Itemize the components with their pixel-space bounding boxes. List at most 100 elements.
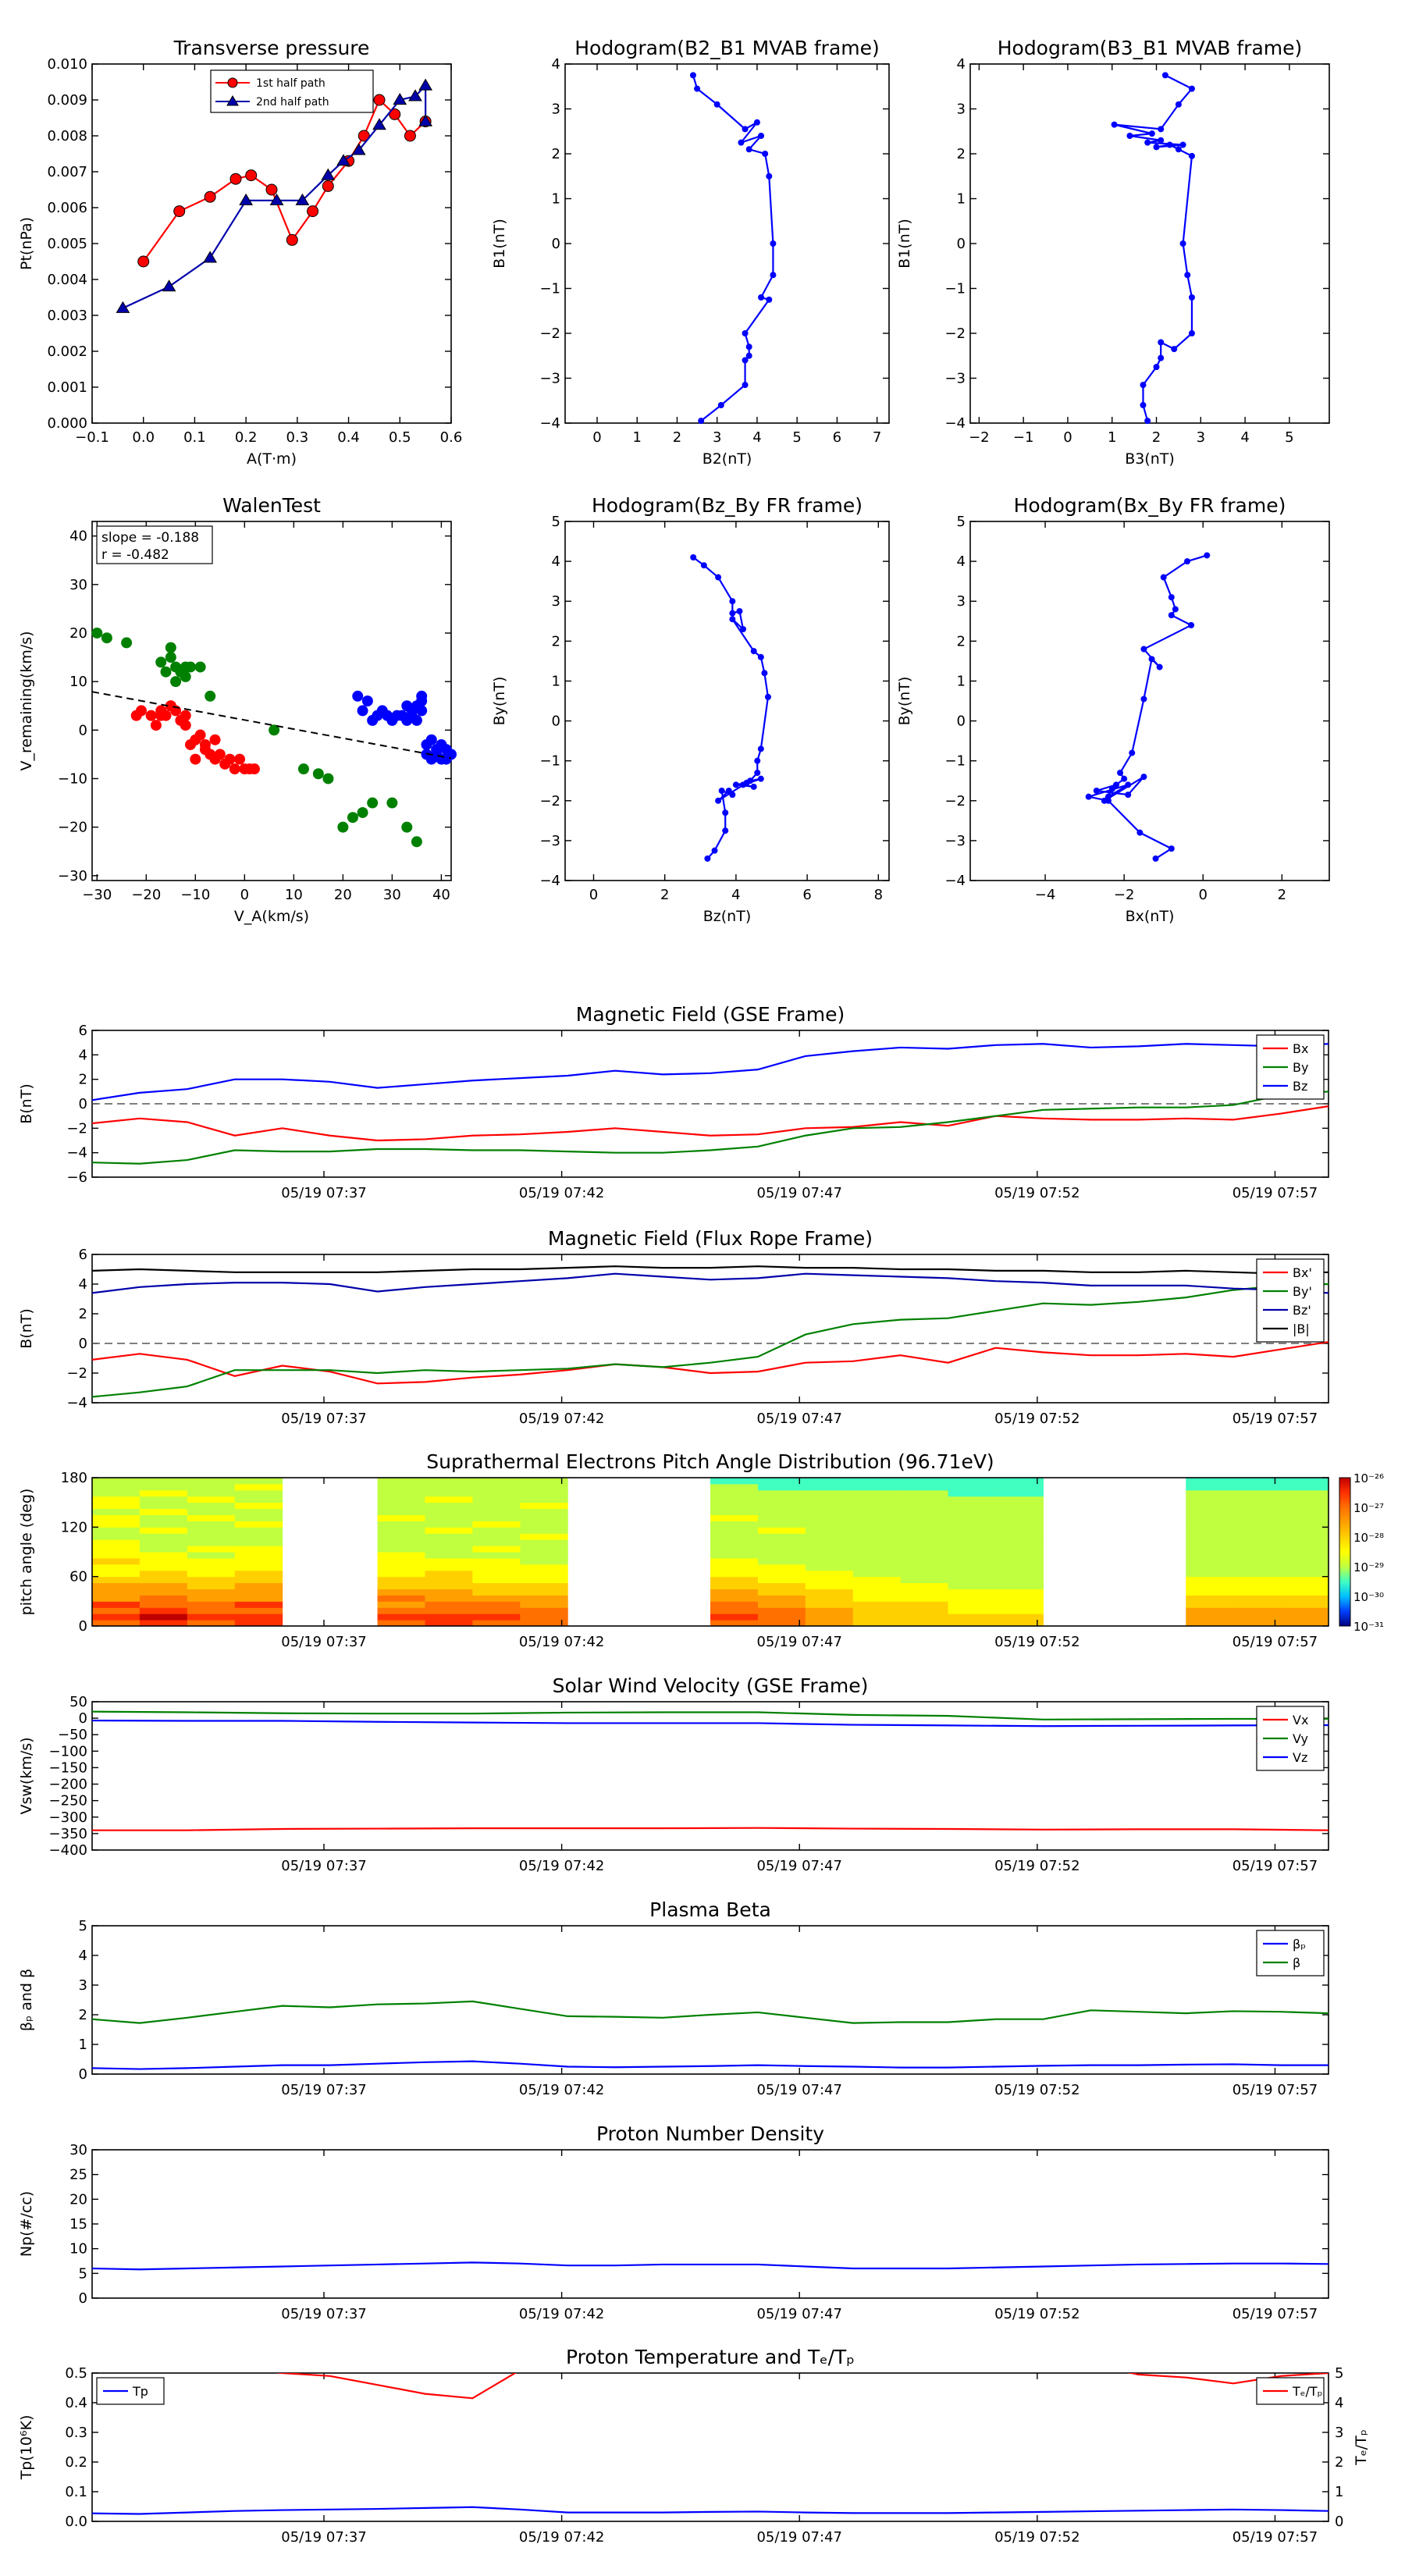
y-tick-label: 3 <box>957 593 966 610</box>
y-tick-label: 20 <box>69 625 87 642</box>
heatmap-cell <box>1281 1539 1329 1546</box>
heatmap-cell <box>472 1589 521 1596</box>
data-point <box>729 792 736 799</box>
heatmap-cell <box>1281 1552 1329 1559</box>
heatmap-cell <box>995 1564 1044 1571</box>
x-tick-label: 05/19 07:42 <box>519 1411 604 1427</box>
heatmap-cell <box>139 1496 188 1503</box>
data-point <box>165 652 176 664</box>
data-point <box>1121 775 1128 782</box>
data-point <box>155 656 167 668</box>
heatmap-cell <box>852 1601 902 1608</box>
heatmap-cell <box>92 1521 140 1528</box>
y-tick-label: 0 <box>957 713 966 730</box>
data-point <box>690 554 697 560</box>
heatmap-cell <box>377 1496 425 1503</box>
y-tick-label: −4 <box>944 873 966 889</box>
y-tick-label: −4 <box>539 415 560 432</box>
x-axis-label: V_A(km/s) <box>234 908 309 925</box>
heatmap-cell <box>92 1546 140 1553</box>
y-tick-label: 4 <box>79 1047 87 1063</box>
heatmap-cell <box>139 1552 188 1559</box>
heatmap-cell <box>805 1576 854 1584</box>
x-tick-label: 05/19 07:47 <box>756 2082 841 2098</box>
y-tick-label: 10 <box>69 674 87 690</box>
heatmap-cell <box>1233 1527 1282 1534</box>
y-axis-label: Pt(nPa) <box>18 217 35 270</box>
heatmap-cell <box>1233 1489 1282 1497</box>
y-tick-label: 0 <box>79 1710 87 1727</box>
heatmap-cell <box>187 1570 236 1578</box>
data-point <box>352 690 364 702</box>
data-point <box>750 648 757 655</box>
data-point <box>1179 240 1186 247</box>
data-point <box>1140 774 1147 781</box>
heatmap-cell <box>472 1570 521 1578</box>
data-point <box>1153 144 1160 151</box>
heatmap-cell <box>852 1582 902 1589</box>
data-point <box>764 693 771 700</box>
colorbar-tick-label: 10⁻³⁰ <box>1353 1590 1384 1604</box>
heatmap-cell <box>805 1478 854 1485</box>
heatmap-cell <box>805 1539 854 1546</box>
data-point <box>337 821 349 833</box>
heatmap-cell <box>425 1502 473 1510</box>
heatmap-cell <box>805 1595 854 1602</box>
data-point <box>713 101 720 108</box>
y-tick-label: −3 <box>539 371 560 387</box>
heatmap-cell <box>757 1483 806 1491</box>
data-point <box>248 763 260 775</box>
heatmap-cell <box>377 1595 425 1602</box>
heatmap-cell <box>92 1527 140 1534</box>
data-point <box>322 773 334 785</box>
heatmap-cell <box>710 1521 759 1528</box>
y-tick-label: 1 <box>552 673 560 689</box>
mag-gse-chart: Magnetic Field (GSE Frame) −6 −4 −2 0 2 4 6 B(nT… <box>18 1003 1329 1201</box>
heatmap-cell <box>710 1595 759 1602</box>
heatmap-cell <box>1281 1478 1329 1485</box>
data-point <box>145 710 157 721</box>
data-point <box>742 357 749 364</box>
heatmap-cell <box>1281 1570 1329 1578</box>
heatmap-cell <box>234 1546 283 1553</box>
heatmap-cell <box>900 1521 949 1528</box>
y2-tick-label: 5 <box>1335 2365 1343 2382</box>
heatmap-cell <box>139 1483 188 1491</box>
heatmap-cell <box>1186 1527 1234 1534</box>
heatmap-cell <box>1186 1582 1234 1589</box>
x-tick-label: 05/19 07:47 <box>756 1411 841 1427</box>
y2-tick-label: 2 <box>1335 2454 1343 2471</box>
x-axis-label: A(T·m) <box>247 450 297 468</box>
data-point <box>1171 346 1178 353</box>
series-line <box>142 98 426 262</box>
data-point <box>757 745 764 753</box>
y-tick-label: 1 <box>957 191 966 208</box>
heatmap-cell <box>472 1489 521 1497</box>
legend-entry: 2nd half path <box>256 96 329 109</box>
legend-entry: β <box>1293 1955 1300 1970</box>
heatmap-cell <box>757 1576 806 1584</box>
x-tick-label: 2 <box>1152 429 1161 446</box>
y-tick-label: 180 <box>61 1470 87 1486</box>
data-point <box>689 72 696 79</box>
heatmap-cell <box>520 1521 568 1528</box>
data-point <box>729 598 736 605</box>
data-point <box>1175 101 1182 108</box>
y-tick-label: 3 <box>552 593 560 610</box>
data-point <box>386 797 398 809</box>
heatmap-cell <box>948 1478 997 1485</box>
chart-title: Plasma Beta <box>649 1898 771 1921</box>
heatmap-cell <box>92 1502 140 1510</box>
heatmap-cell <box>995 1527 1044 1534</box>
data-point <box>718 788 725 794</box>
heatmap-cell <box>520 1582 568 1589</box>
series-group <box>92 2373 1329 2515</box>
x-tick-label: 0.0 <box>132 429 155 446</box>
heatmap-cell <box>710 1527 759 1534</box>
x-tick-label: 8 <box>874 887 883 903</box>
x-tick-label: 05/19 07:52 <box>994 1858 1080 1874</box>
heatmap-cell <box>1186 1595 1234 1602</box>
data-point <box>411 836 422 848</box>
y-tick-label: 30 <box>69 2142 87 2158</box>
transverse-pressure-chart: Transverse pressure0.0000.0010.0020.0030… <box>18 37 462 468</box>
